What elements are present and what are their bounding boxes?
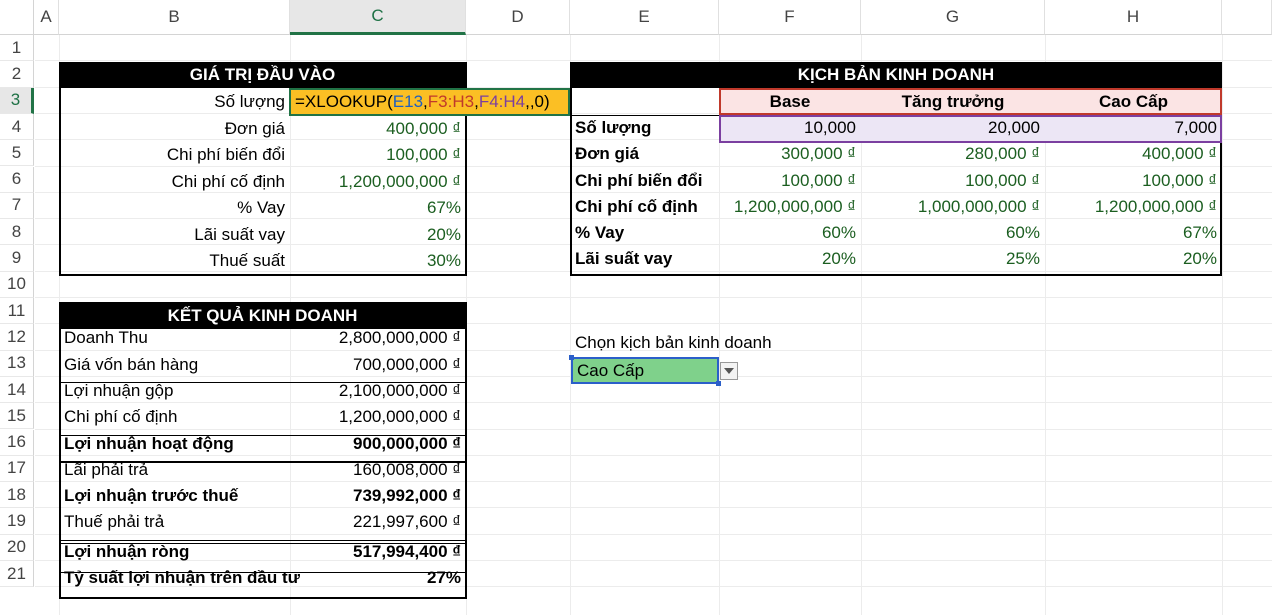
input-label-loan-pct: % Vay [237,198,285,217]
row-header-15[interactable]: 15 [0,403,34,430]
result-row-label: Thuế phải trả [64,512,165,532]
scenario-header-base[interactable]: Base [719,89,861,115]
scenario-value-cell[interactable]: 67% [1045,220,1222,246]
scenario-value-cell[interactable]: 1,200,000,000 ₫ [719,194,861,220]
scenario-value-cell[interactable]: 300,000 ₫ [719,141,861,167]
row-header-8[interactable]: 8 [0,219,34,246]
row-header-6[interactable]: 6 [0,166,34,193]
scenario-row-label: Chi phí biến đổi [575,170,703,190]
result-row-value[interactable]: 700,000,000 ₫ [290,352,466,378]
scenario-value-cell[interactable]: 400,000 ₫ [1045,141,1222,167]
scenario-selector-input[interactable]: Cao Cấp [571,357,719,384]
column-header-e[interactable]: E [570,0,719,35]
result-row-label: Lợi nhuận trước thuế [64,486,239,506]
result-row-value[interactable]: 1,200,000,000 ₫ [290,404,466,430]
scenario-value-cell[interactable]: 1,000,000,000 ₫ [861,194,1045,220]
scenario-value-cell[interactable]: 7,000 [1045,115,1222,141]
input-value-loan-pct[interactable]: 67% [290,195,466,221]
result-row-label: Tỷ suất lợi nhuận trên đầu tư [64,568,300,587]
result-row-label: Giá vốn bán hàng [64,354,199,374]
row-header-9[interactable]: 9 [0,245,34,272]
column-header-c[interactable]: C [290,0,466,35]
result-row-value[interactable]: 739,992,000 ₫ [290,483,466,509]
input-value-tax-rate[interactable]: 30% [290,248,466,274]
scenario-value-cell[interactable]: 280,000 ₫ [861,141,1045,167]
scenario-value-cell[interactable]: 100,000 ₫ [1045,168,1222,194]
scenario-value-cell[interactable]: 60% [719,220,861,246]
scenario-row-label: Đơn giá [575,144,640,164]
scenario-value-cell[interactable]: 25% [861,246,1045,272]
row-header-7[interactable]: 7 [0,192,34,220]
result-row-value[interactable]: 2,800,000,000 ₫ [290,325,466,351]
row-header-18[interactable]: 18 [0,482,34,509]
input-label-unit-price: Đơn giá [224,119,285,138]
chevron-down-icon [724,368,734,374]
row-header-4[interactable]: 4 [0,113,34,141]
formula-cell-c3[interactable]: =XLOOKUP(E13, F3:H3, F4:H4 ,,0) [289,88,570,116]
column-header-h[interactable]: H [1045,0,1222,35]
scenario-value-cell[interactable]: 60% [861,220,1045,246]
row-header-5[interactable]: 5 [0,140,34,167]
input-value-variable-cost[interactable]: 100,000 ₫ [290,142,466,168]
scenario-value-cell[interactable]: 1,200,000,000 ₫ [1045,194,1222,220]
row-header-19[interactable]: 19 [0,508,34,535]
scenario-row-label: Số lượng [575,117,652,137]
scenario-header-premium[interactable]: Cao Cấp [1045,89,1222,115]
result-row-value[interactable]: 27% [290,565,466,591]
row-header-16[interactable]: 16 [0,429,34,456]
row-header-13[interactable]: 13 [0,350,34,377]
scenario-value-cell[interactable]: 100,000 ₫ [719,168,861,194]
result-row-value[interactable]: 221,997,600 ₫ [290,509,466,535]
input-value-unit-price[interactable]: 400,000 ₫ [290,116,466,142]
column-header-a[interactable]: A [34,0,59,35]
result-row-label: Chi phí cố định [64,407,178,427]
row-header-1[interactable]: 1 [0,35,34,62]
scenario-header-growth[interactable]: Tăng trưởng [861,89,1045,115]
scenario-value-cell[interactable]: 20% [1045,246,1222,272]
column-header-d[interactable]: D [466,0,570,35]
scenario-row-label: Lãi suất vay [575,249,673,269]
row-header-3[interactable]: 3 [0,87,34,114]
row-header-2[interactable]: 2 [0,61,34,88]
row-header-10[interactable]: 10 [0,271,34,298]
dropdown-arrow-button[interactable] [720,362,738,380]
select-all-corner[interactable] [0,0,34,35]
scenario-row-label: Chi phí cố định [575,196,698,216]
column-header-f[interactable]: F [719,0,861,35]
input-value-interest-rate[interactable]: 20% [290,222,466,248]
row-header-12[interactable]: 12 [0,324,34,351]
input-label-fixed-cost: Chi phí cố định [171,172,285,191]
input-label-interest-rate: Lãi suất vay [194,225,285,244]
scenario-selector-label: Chọn kịch bản kinh doanh [575,333,772,352]
row-header-21[interactable]: 21 [0,561,34,588]
row-header-20[interactable]: 20 [0,534,34,561]
column-header-b[interactable]: B [59,0,290,35]
input-value-fixed-cost[interactable]: 1,200,000,000 ₫ [290,169,466,195]
column-header-g[interactable]: G [861,0,1045,35]
scenario-row-label: % Vay [575,223,625,243]
row-header-14[interactable]: 14 [0,376,34,404]
scenario-value-cell[interactable]: 20,000 [861,115,1045,141]
result-row-label: Doanh Thu [64,328,148,348]
input-label-variable-cost: Chi phí biến đổi [166,145,285,164]
scenario-value-cell[interactable]: 10,000 [719,115,861,141]
input-label-quantity: Số lượng [214,92,285,111]
input-label-tax-rate: Thuế suất [209,251,285,270]
column-header-next[interactable] [1222,0,1272,35]
scenario-value-cell[interactable]: 20% [719,246,861,272]
row-header-17[interactable]: 17 [0,455,34,483]
scenario-value-cell[interactable]: 100,000 ₫ [861,168,1045,194]
row-header-11[interactable]: 11 [0,298,34,325]
